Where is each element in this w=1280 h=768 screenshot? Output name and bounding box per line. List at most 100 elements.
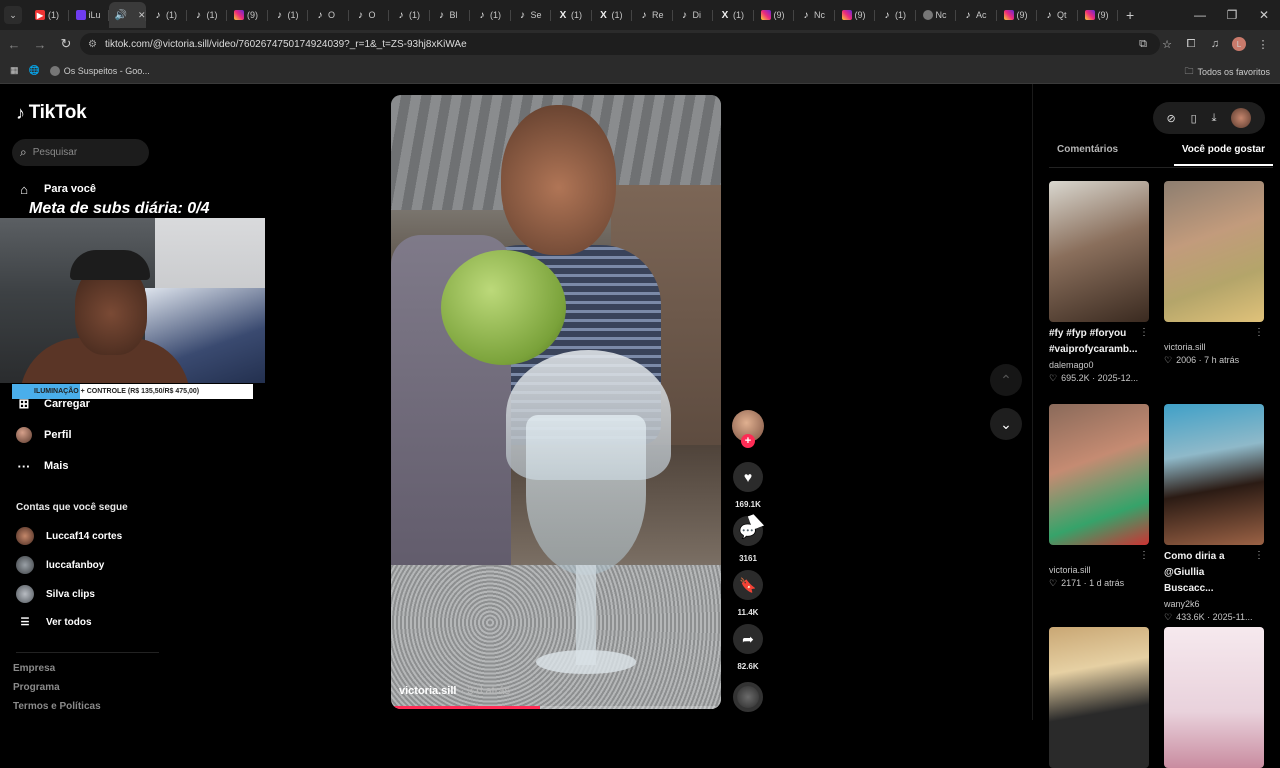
browser-tab[interactable]: 🔊 ✕	[109, 2, 146, 28]
suggested-video-card[interactable]	[1164, 627, 1264, 768]
footer-link-company[interactable]: Empresa	[13, 663, 55, 674]
browser-tab[interactable]: ♪ O	[349, 2, 390, 28]
tab-search-icon[interactable]: ⌄	[4, 6, 22, 24]
tiktok-logo[interactable]: ♪ TikTok	[16, 102, 87, 124]
bookmark-os-suspeitos[interactable]: Os Suspeitos - Goo...	[49, 65, 150, 76]
more-options-icon[interactable]: ⋮	[1139, 550, 1149, 561]
heart-icon[interactable]: ♥	[733, 462, 763, 492]
browser-tab[interactable]: (9)	[835, 2, 876, 28]
user-avatar[interactable]	[1231, 108, 1252, 128]
footer-link-terms[interactable]: Termos e Políticas	[13, 701, 101, 712]
like-action[interactable]: ♥ 169.1K	[731, 462, 765, 509]
nav-for-you[interactable]: ⌂ Para você	[16, 181, 96, 197]
browser-tab[interactable]: ♪ (1)	[187, 2, 228, 28]
browser-tab[interactable]: ♪ Bl	[430, 2, 471, 28]
suggested-video-card[interactable]: ⋮ #fy #fyp #foryou #vaiprofycaramb... da…	[1049, 181, 1149, 384]
download-icon[interactable]: ⤓	[1212, 112, 1217, 125]
video-thumbnail[interactable]	[1049, 181, 1149, 322]
browser-tab[interactable]: (9)	[997, 2, 1038, 28]
new-tab-icon[interactable]: +	[1126, 7, 1134, 23]
follow-plus-icon[interactable]: +	[741, 434, 755, 448]
suggested-video-card[interactable]: ⋮ victoria.sill ♡ 2171 · 1 d atrás	[1049, 404, 1149, 589]
music-disc-icon[interactable]	[733, 682, 763, 712]
browser-menu-icon[interactable]: ⋮	[1252, 33, 1274, 55]
close-tab-icon[interactable]: ✕	[138, 10, 146, 21]
browser-tab[interactable]: ♪ (1)	[389, 2, 430, 28]
browser-tab[interactable]: ♪ Re	[632, 2, 673, 28]
browser-tab[interactable]: X (1)	[713, 2, 754, 28]
browser-tab[interactable]: (9)	[754, 2, 795, 28]
previous-video-button[interactable]: ⌃	[990, 364, 1022, 396]
browser-tab[interactable]: ♪ Di	[673, 2, 714, 28]
browser-tab[interactable]: ▶ (1)	[28, 2, 69, 28]
install-app-icon[interactable]: ⧉	[1132, 33, 1154, 55]
next-video-button[interactable]: ⌄	[990, 408, 1022, 440]
browser-tab[interactable]: (9)	[1078, 2, 1119, 28]
all-favorites[interactable]: 🗀 Todos os favoritos	[1184, 64, 1270, 80]
video-thumbnail[interactable]	[1164, 627, 1264, 768]
more-options-icon[interactable]: ⋮	[1254, 327, 1264, 338]
video-thumbnail[interactable]	[1049, 627, 1149, 768]
browser-tab[interactable]: ♪ Nc	[794, 2, 835, 28]
card-author[interactable]: victoria.sill	[1049, 565, 1149, 575]
apps-grid-icon[interactable]: ▦	[10, 65, 19, 76]
browser-tab[interactable]: ♪ (1)	[875, 2, 916, 28]
following-item[interactable]: Luccaf14 cortes	[16, 527, 122, 545]
creator-avatar[interactable]: +	[731, 410, 765, 448]
share-icon[interactable]: ➦	[733, 624, 763, 654]
bookmark-star-icon[interactable]: ☆	[1156, 33, 1178, 55]
browser-tab[interactable]: ♪ (1)	[146, 2, 187, 28]
globe-icon[interactable]: 🌐	[29, 65, 40, 76]
save-action[interactable]: 🔖 11.4K	[731, 570, 765, 617]
browser-tab[interactable]: ♪ Qt	[1037, 2, 1078, 28]
search-input[interactable]	[32, 147, 133, 158]
search-box[interactable]: ⌕	[12, 139, 149, 166]
browser-tab[interactable]: iLu	[69, 2, 110, 28]
extensions-icon[interactable]: ⧠	[1180, 33, 1202, 55]
minimize-icon[interactable]: —	[1184, 0, 1216, 30]
nav-more[interactable]: ··· Mais	[16, 458, 69, 474]
browser-tab[interactable]: X (1)	[592, 2, 633, 28]
footer-link-program[interactable]: Programa	[13, 682, 60, 693]
card-author[interactable]: wany2k6	[1164, 599, 1264, 609]
following-item[interactable]: Silva clips	[16, 585, 95, 603]
see-all-link[interactable]: ☰ Ver todos	[16, 617, 92, 628]
more-options-icon[interactable]: ⋮	[1254, 550, 1264, 561]
site-info-icon[interactable]: ⚙	[88, 39, 97, 50]
share-action[interactable]: ➦ 82.6K	[731, 624, 765, 671]
tab-comments[interactable]: Comentários	[1049, 144, 1126, 166]
back-icon[interactable]: ←	[2, 32, 26, 56]
browser-tab[interactable]: ♪ O	[308, 2, 349, 28]
video-player[interactable]: victoria.sill · 3 d atrás	[391, 95, 721, 709]
browser-tab[interactable]: ♪ (1)	[268, 2, 309, 28]
more-options-icon[interactable]: ⋮	[1139, 327, 1149, 338]
url-field[interactable]: ⚙ tiktok.com/@victoria.sill/video/760267…	[80, 33, 1160, 55]
tab-you-may-like[interactable]: Você pode gostar	[1173, 144, 1273, 166]
phone-icon[interactable]: ▯	[1191, 112, 1197, 125]
suggested-video-card[interactable]: ⋮ victoria.sill ♡ 2006 · 7 h atrás	[1164, 181, 1264, 366]
card-author[interactable]: dalemago0	[1049, 360, 1149, 370]
video-author[interactable]: victoria.sill	[399, 685, 456, 697]
profile-avatar[interactable]: L	[1232, 37, 1246, 51]
restore-icon[interactable]: ❐	[1216, 0, 1248, 30]
following-item[interactable]: luccafanboy	[16, 556, 104, 574]
browser-tab[interactable]: ♪ (1)	[470, 2, 511, 28]
video-thumbnail[interactable]	[1164, 181, 1264, 322]
suggested-video-card[interactable]	[1049, 627, 1149, 768]
browser-tab[interactable]: (9)	[227, 2, 268, 28]
browser-tab[interactable]: ♪ Ac	[956, 2, 997, 28]
browser-tab[interactable]: Nc	[916, 2, 957, 28]
browser-tab[interactable]: ♪ Se	[511, 2, 552, 28]
browser-tab[interactable]: X (1)	[551, 2, 592, 28]
nav-profile[interactable]: Perfil	[16, 427, 72, 443]
media-control-icon[interactable]: ♫	[1204, 33, 1226, 55]
bookmark-icon[interactable]: 🔖	[733, 570, 763, 600]
card-author[interactable]: victoria.sill	[1164, 342, 1264, 352]
video-thumbnail[interactable]	[1164, 404, 1264, 545]
forward-icon[interactable]: →	[28, 32, 52, 56]
close-window-icon[interactable]: ✕	[1248, 0, 1280, 30]
video-thumbnail[interactable]	[1049, 404, 1149, 545]
suggested-video-card[interactable]: ⋮ Como diria a @Giullia Buscacc... wany2…	[1164, 404, 1264, 623]
compass-icon[interactable]: ⊘	[1166, 112, 1175, 125]
reload-icon[interactable]: ↻	[54, 32, 78, 56]
